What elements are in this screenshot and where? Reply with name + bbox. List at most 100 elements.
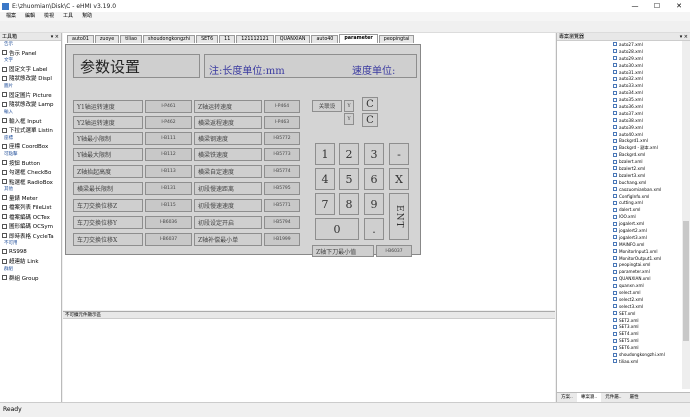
file-item[interactable]: SET5.xml [557,337,683,344]
menu-file[interactable]: 檔案 [6,12,16,21]
minimize-button[interactable]: — [624,0,646,12]
file-item[interactable]: SET4.xml [557,330,683,337]
tab-set6[interactable]: SET6 [196,35,219,43]
param-input[interactable]: I-B113 [145,165,192,178]
file-item[interactable]: select3.xml [557,303,683,310]
toolbox-item[interactable]: 檔案編碼 OCTex [0,212,61,221]
key-3[interactable]: 3 [364,143,384,165]
file-item[interactable]: auto31.xml [557,69,683,76]
param-input[interactable]: I-P463 [264,116,300,129]
file-item[interactable]: auto30.xml [557,62,683,69]
param-input[interactable]: I-B111 [145,132,192,145]
param-input[interactable]: I-B112 [145,148,192,161]
param-input[interactable]: I-B131 [145,182,192,195]
file-item[interactable]: ConfigInfo.xml [557,193,683,200]
file-item[interactable]: bzalert.xml [557,158,683,165]
param-input[interactable]: I-B5794 [264,216,300,229]
explorer-tab[interactable]: 元件屬.. [601,393,625,402]
tab-quanxian[interactable]: QUANXIAN [274,35,311,43]
param-input[interactable]: I-P461 [145,100,192,113]
file-item[interactable]: caozuomianban.xml [557,186,683,193]
file-item[interactable]: SET6.xml [557,344,683,351]
toolbox-item[interactable]: 座標 CoordBox [0,142,61,151]
file-item[interactable]: QUANXIAN.xml [557,275,683,282]
file-item[interactable]: Backgrd1.xml [557,137,683,144]
toolbox-item[interactable]: 固定文字 Label [0,64,61,73]
close-button[interactable]: ✕ [668,0,690,12]
toolbox-item[interactable]: 點選框 RadioBox [0,177,61,186]
file-item[interactable]: bzalert3.xml [557,172,683,179]
file-item[interactable]: Backgrd.xml [557,151,683,158]
toolbox-item[interactable]: 告示 Panel [0,48,61,57]
link-c2-button[interactable]: C [362,113,378,127]
file-item[interactable]: Backgrd - 副本.xml [557,144,683,151]
file-item[interactable]: buchang.xml [557,179,683,186]
param-input[interactable]: I-B5795 [264,182,300,195]
key-7[interactable]: 7 [315,193,335,215]
toolbox-item[interactable]: 量錶 Meter [0,193,61,202]
explorer-tab[interactable]: 方案.. [557,393,577,402]
key-enter[interactable]: ENT [389,193,409,240]
key-8[interactable]: 8 [339,193,359,215]
file-item[interactable]: auto34.xml [557,89,683,96]
menu-tools[interactable]: 工具 [63,12,73,21]
file-item[interactable]: auto40.xml [557,131,683,138]
tab-tiliao[interactable]: tiliao [120,35,142,43]
param-input[interactable]: I-B6037 [145,233,192,246]
param-input[interactable]: I-B115 [145,199,192,212]
file-item[interactable]: cutting.xml [557,199,683,206]
file-item[interactable]: auto38.xml [557,117,683,124]
key-5[interactable]: 5 [339,168,359,190]
explorer-pin-icon[interactable]: ▾ × [680,33,688,40]
tab-auto01[interactable]: auto01 [67,35,94,43]
tab-peopingtai[interactable]: peopingtai [378,35,415,43]
file-item[interactable]: auto32.xml [557,75,683,82]
key-clear[interactable]: X [389,168,409,190]
link-y2-button[interactable]: Y [344,113,354,125]
toolbox-item[interactable]: 按鈕 Button [0,158,61,167]
menu-view[interactable]: 檢視 [44,12,54,21]
file-item[interactable]: auto39.xml [557,124,683,131]
toolbox-item[interactable]: 勾選框 CheckBo [0,168,61,177]
file-item[interactable]: quanxn.xml [557,282,683,289]
key-0[interactable]: 0 [315,218,359,240]
file-item[interactable]: MAINFO.xml [557,241,683,248]
key-6[interactable]: 6 [364,168,384,190]
file-item[interactable]: parameter.xml [557,268,683,275]
tab-zuoye[interactable]: zuoye [94,35,120,43]
key-4[interactable]: 4 [315,168,335,190]
file-item[interactable]: peopingtai.xml [557,262,683,269]
file-item[interactable]: jogalert.xml [557,220,683,227]
tab-auto40[interactable]: auto40 [311,35,339,43]
toolbox-item[interactable]: 隨狀態改變 Lamp [0,100,61,109]
param-input[interactable]: I-P462 [145,116,192,129]
param-input[interactable]: I-B5772 [264,132,300,145]
link-c1-button[interactable]: C [362,97,378,111]
file-item[interactable]: bzalert2.xml [557,165,683,172]
menu-help[interactable]: 幫助 [82,12,92,21]
key-dot[interactable]: . [364,218,384,240]
file-item[interactable]: select2.xml [557,296,683,303]
param-input[interactable]: I-P464 [264,100,300,113]
key-1[interactable]: 1 [315,143,335,165]
param-input[interactable]: I-B1999 [264,233,300,246]
file-item[interactable]: tiliao.xml [557,358,683,365]
file-item[interactable]: jogalert2.xml [557,227,683,234]
toolbox-item[interactable]: 圖形編碼 OCSym [0,221,61,230]
toolbox-item[interactable]: 即時表格 CycleTa [0,231,61,240]
key-2[interactable]: 2 [339,143,359,165]
link-y1-button[interactable]: Y [344,100,354,112]
param-input[interactable]: I-B5771 [264,199,300,212]
tab-121112121[interactable]: 121112121 [236,35,274,43]
menu-edit[interactable]: 編輯 [25,12,35,21]
file-item[interactable]: MonitorOutput1.xml [557,255,683,262]
file-item[interactable]: auto27.xml [557,41,683,48]
param-input[interactable]: I-B5773 [264,148,300,161]
key-minus[interactable]: - [389,143,409,165]
file-item[interactable]: jogalert3.xml [557,234,683,241]
toolbox-pin-icon[interactable]: ▾ × [51,33,59,40]
maximize-button[interactable]: ☐ [646,0,668,12]
file-item[interactable]: IOO.xml [557,213,683,220]
file-item[interactable]: SET2.xml [557,317,683,324]
file-item[interactable]: auto36.xml [557,103,683,110]
